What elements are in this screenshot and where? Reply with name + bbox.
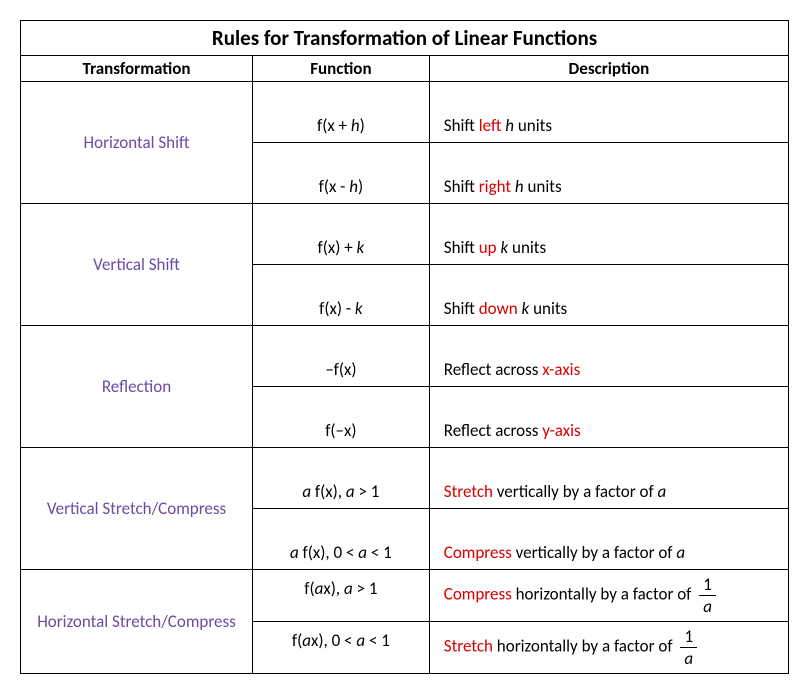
transformation-name: Reflection bbox=[21, 326, 253, 448]
description-cell: Shift right h units bbox=[429, 143, 788, 204]
description-cell: Reflect across x-axis bbox=[429, 326, 788, 387]
table-row: Horizontal Stretch/Compress f(ax), a > 1… bbox=[21, 570, 789, 622]
function-cell: a f(x), 0 < a < 1 bbox=[253, 509, 430, 570]
function-cell: –f(x) bbox=[253, 326, 430, 387]
fraction: 1a bbox=[699, 576, 716, 615]
function-cell: f(–x) bbox=[253, 387, 430, 448]
header-transformation: Transformation bbox=[21, 56, 253, 82]
description-cell: Stretch horizontally by a factor of 1a bbox=[429, 622, 788, 674]
function-cell: f(x - h) bbox=[253, 143, 430, 204]
table-row: Vertical Shift f(x) + k Shift up k units bbox=[21, 204, 789, 265]
function-cell: f(ax), a > 1 bbox=[253, 570, 430, 622]
transformation-rules-table: Rules for Transformation of Linear Funct… bbox=[20, 20, 789, 674]
description-cell: Reflect across y-axis bbox=[429, 387, 788, 448]
transformation-name: Horizontal Stretch/Compress bbox=[21, 570, 253, 674]
table-title: Rules for Transformation of Linear Funct… bbox=[21, 21, 789, 56]
header-row: Transformation Function Description bbox=[21, 56, 789, 82]
transformation-name: Vertical Stretch/Compress bbox=[21, 448, 253, 570]
description-cell: Shift down k units bbox=[429, 265, 788, 326]
description-cell: Stretch vertically by a factor of a bbox=[429, 448, 788, 509]
function-cell: f(x + h) bbox=[253, 82, 430, 143]
transformation-name: Horizontal Shift bbox=[21, 82, 253, 204]
function-cell: f(x) + k bbox=[253, 204, 430, 265]
function-cell: a f(x), a > 1 bbox=[253, 448, 430, 509]
transformation-name: Vertical Shift bbox=[21, 204, 253, 326]
function-cell: f(ax), 0 < a < 1 bbox=[253, 622, 430, 674]
description-cell: Compress horizontally by a factor of 1a bbox=[429, 570, 788, 622]
description-cell: Shift left h units bbox=[429, 82, 788, 143]
table-row: Reflection –f(x) Reflect across x-axis bbox=[21, 326, 789, 387]
table-row: Vertical Stretch/Compress a f(x), a > 1 … bbox=[21, 448, 789, 509]
table-row: Horizontal Shift f(x + h) Shift left h u… bbox=[21, 82, 789, 143]
header-function: Function bbox=[253, 56, 430, 82]
function-cell: f(x) - k bbox=[253, 265, 430, 326]
header-description: Description bbox=[429, 56, 788, 82]
title-row: Rules for Transformation of Linear Funct… bbox=[21, 21, 789, 56]
fraction: 1a bbox=[680, 628, 697, 667]
description-cell: Compress vertically by a factor of a bbox=[429, 509, 788, 570]
description-cell: Shift up k units bbox=[429, 204, 788, 265]
